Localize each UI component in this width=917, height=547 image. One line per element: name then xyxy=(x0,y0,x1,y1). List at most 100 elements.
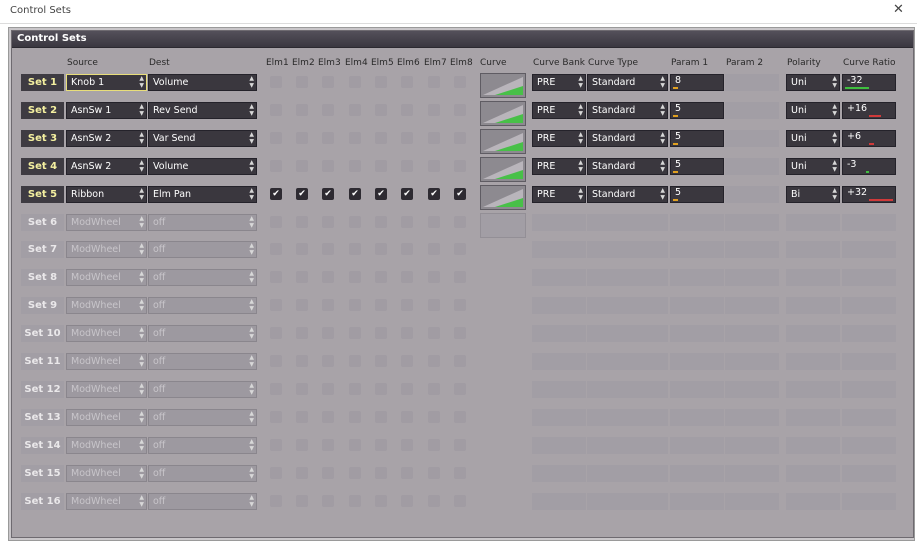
elm-checkbox[interactable] xyxy=(349,104,361,116)
curve-bank-select[interactable]: PRE ▲ ▼ xyxy=(532,186,586,203)
elm-checkbox xyxy=(296,243,308,255)
curve-type-select[interactable]: Standard ▲ ▼ xyxy=(587,186,668,203)
curve-type-select[interactable]: Standard ▲ ▼ xyxy=(587,158,668,175)
elm-checkbox xyxy=(375,467,387,479)
elm-checkbox xyxy=(375,411,387,423)
curve-bank-select[interactable]: PRE ▲ ▼ xyxy=(532,102,586,119)
polarity-select[interactable]: Uni ▲ ▼ xyxy=(786,158,840,175)
elm-checkbox[interactable] xyxy=(296,160,308,172)
elm-checkbox[interactable] xyxy=(322,104,334,116)
curve-ratio-field[interactable]: -3 xyxy=(842,158,896,175)
curve-preview-icon[interactable] xyxy=(480,73,526,98)
polarity-select[interactable]: Bi ▲ ▼ xyxy=(786,186,840,203)
curve-bank-select[interactable]: PRE ▲ ▼ xyxy=(532,74,586,91)
elm-checkbox[interactable] xyxy=(322,160,334,172)
elm-checkbox xyxy=(454,383,466,395)
curve-preview-icon[interactable] xyxy=(480,185,526,210)
param1-field[interactable]: 5 xyxy=(670,158,724,175)
updown-arrow-icon: ▲ ▼ xyxy=(660,131,665,145)
elm-checkbox[interactable] xyxy=(349,132,361,144)
source-select[interactable]: AsnSw 2 ▲ ▼ xyxy=(66,158,147,175)
elm-checkbox[interactable] xyxy=(322,76,334,88)
elm-checkbox[interactable] xyxy=(375,76,387,88)
elm-checkbox[interactable] xyxy=(322,132,334,144)
elm-checkbox-checked[interactable]: ✔ xyxy=(454,188,466,200)
curve-bank-select[interactable]: PRE ▲ ▼ xyxy=(532,158,586,175)
elm-checkbox-checked[interactable]: ✔ xyxy=(296,188,308,200)
close-icon[interactable]: ✕ xyxy=(893,2,904,17)
elm-checkbox[interactable] xyxy=(401,160,413,172)
elm-checkbox[interactable] xyxy=(401,132,413,144)
curve-ratio-field[interactable]: +32 xyxy=(842,186,896,203)
elm-checkbox[interactable] xyxy=(428,160,440,172)
elm-checkbox[interactable] xyxy=(375,160,387,172)
elm-checkbox[interactable] xyxy=(428,132,440,144)
elm-checkbox[interactable] xyxy=(454,132,466,144)
curve-type-select[interactable]: Standard ▲ ▼ xyxy=(587,130,668,147)
elm-checkbox[interactable] xyxy=(270,104,282,116)
elm-checkbox[interactable] xyxy=(270,160,282,172)
param1-field[interactable]: 5 xyxy=(670,130,724,147)
elm-checkbox-checked[interactable]: ✔ xyxy=(401,188,413,200)
elm-checkbox[interactable] xyxy=(270,132,282,144)
dest-select[interactable]: Elm Pan ▲ ▼ xyxy=(148,186,257,203)
polarity-select-value: Bi xyxy=(791,189,801,200)
elm-checkbox[interactable] xyxy=(454,76,466,88)
dest-select[interactable]: Var Send ▲ ▼ xyxy=(148,130,257,147)
elm-checkbox xyxy=(270,383,282,395)
elm-checkbox-checked[interactable]: ✔ xyxy=(349,188,361,200)
elm-checkbox-checked[interactable]: ✔ xyxy=(270,188,282,200)
curve-ratio-field[interactable]: +16 xyxy=(842,102,896,119)
col-elm6: Elm6 xyxy=(397,58,420,68)
elm-checkbox-checked[interactable]: ✔ xyxy=(375,188,387,200)
elm-checkbox[interactable] xyxy=(270,76,282,88)
dest-select[interactable]: Volume ▲ ▼ xyxy=(148,158,257,175)
curve-type-select[interactable]: Standard ▲ ▼ xyxy=(587,102,668,119)
source-select[interactable]: Ribbon ▲ ▼ xyxy=(66,186,147,203)
curve-preview-icon[interactable] xyxy=(480,129,526,154)
elm-checkbox[interactable] xyxy=(375,132,387,144)
disabled-cell xyxy=(532,409,586,426)
curve-preview-icon[interactable] xyxy=(480,157,526,182)
elm-checkbox[interactable] xyxy=(428,76,440,88)
source-select[interactable]: Knob 1 ▲ ▼ xyxy=(66,74,147,91)
polarity-select[interactable]: Uni ▲ ▼ xyxy=(786,74,840,91)
disabled-cell xyxy=(842,353,896,370)
elm-checkbox[interactable] xyxy=(349,76,361,88)
elm-checkbox[interactable] xyxy=(401,76,413,88)
source-select[interactable]: AsnSw 1 ▲ ▼ xyxy=(66,102,147,119)
param1-field[interactable]: 5 xyxy=(670,102,724,119)
elm-checkbox[interactable] xyxy=(428,104,440,116)
curve-type-select[interactable]: Standard ▲ ▼ xyxy=(587,74,668,91)
polarity-select[interactable]: Uni ▲ ▼ xyxy=(786,130,840,147)
elm-checkbox[interactable] xyxy=(296,104,308,116)
elm-checkbox[interactable] xyxy=(454,104,466,116)
elm-checkbox-checked[interactable]: ✔ xyxy=(322,188,334,200)
param1-field[interactable]: 8 xyxy=(670,74,724,91)
elm-checkbox[interactable] xyxy=(296,76,308,88)
elm-checkbox[interactable] xyxy=(375,104,387,116)
elm-checkbox[interactable] xyxy=(296,132,308,144)
curve-preview-icon[interactable] xyxy=(480,101,526,126)
curve-ratio-value: +32 xyxy=(847,187,868,198)
curve-ratio-field[interactable]: -32 xyxy=(842,74,896,91)
elm-checkbox-checked[interactable]: ✔ xyxy=(428,188,440,200)
elm-checkbox[interactable] xyxy=(454,160,466,172)
updown-arrow-icon: ▲ ▼ xyxy=(832,159,837,173)
curve-bank-select[interactable]: PRE ▲ ▼ xyxy=(532,130,586,147)
elm-checkbox xyxy=(296,216,308,228)
updown-arrow-icon: ▲ ▼ xyxy=(578,131,583,145)
param2-empty xyxy=(725,158,779,175)
dest-select[interactable]: Volume ▲ ▼ xyxy=(148,74,257,91)
param1-field[interactable]: 5 xyxy=(670,186,724,203)
elm-checkbox[interactable] xyxy=(349,160,361,172)
updown-arrow-icon: ▲ ▼ xyxy=(139,242,144,256)
elm-checkbox[interactable] xyxy=(401,104,413,116)
dest-select[interactable]: Rev Send ▲ ▼ xyxy=(148,102,257,119)
source-select[interactable]: AsnSw 2 ▲ ▼ xyxy=(66,130,147,147)
disabled-cell xyxy=(670,493,724,510)
polarity-select[interactable]: Uni ▲ ▼ xyxy=(786,102,840,119)
curve-ratio-field[interactable]: +6 xyxy=(842,130,896,147)
updown-arrow-icon: ▲ ▼ xyxy=(249,75,254,89)
disabled-cell xyxy=(725,493,779,510)
